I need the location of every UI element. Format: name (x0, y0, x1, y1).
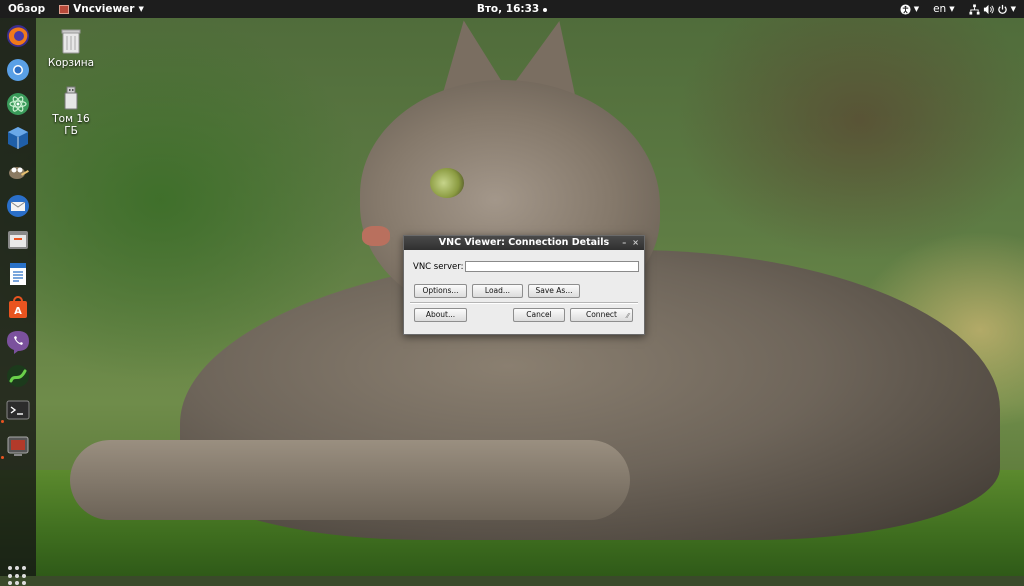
close-icon[interactable]: × (632, 236, 639, 250)
vnc-server-input[interactable] (465, 261, 640, 272)
server-row: VNC server: (413, 261, 640, 272)
activities-label: Обзор (8, 3, 46, 15)
save-as-button[interactable]: Save As... (528, 284, 580, 298)
vnc-connection-dialog: VNC Viewer: Connection Details – × VNC s… (403, 235, 645, 335)
app-menu-label: Vncviewer (73, 3, 135, 15)
firefox-icon (7, 25, 29, 47)
wallpaper-cat-leg (70, 440, 630, 520)
terminal-icon (6, 400, 30, 420)
chromium-icon (7, 59, 29, 81)
dock-thunderbird[interactable] (4, 192, 32, 220)
system-menu[interactable]: ▼ (969, 3, 1016, 15)
top-bar: Обзор Vncviewer ▼ Вто, 16:33 ▼ en ▼ ▼ (0, 0, 1024, 18)
gnome-snake-icon (7, 365, 29, 387)
app-menu-button[interactable]: Vncviewer ▼ (53, 0, 150, 18)
dock-writer[interactable] (4, 260, 32, 288)
running-indicator-icon (1, 456, 4, 459)
load-button[interactable]: Load... (472, 284, 523, 298)
writer-icon (10, 263, 26, 285)
desktop-icon-label: Том 16 ГБ (52, 113, 90, 137)
usb-drive-icon (64, 86, 78, 110)
dock-snake[interactable] (4, 362, 32, 390)
dialog-title: VNC Viewer: Connection Details (438, 237, 610, 248)
software-center-icon: A (9, 296, 27, 318)
svg-text:A: A (14, 306, 22, 317)
dock-atom[interactable] (4, 90, 32, 118)
virtualbox-icon (8, 127, 28, 149)
desktop-icon-usb-drive[interactable]: Том 16 ГБ (41, 86, 101, 137)
dock-viber[interactable] (4, 328, 32, 356)
notification-dot-icon (543, 8, 548, 12)
gimp-icon (9, 167, 29, 179)
dock-files[interactable] (4, 226, 32, 254)
server-label: VNC server: (413, 261, 464, 272)
accessibility-menu[interactable]: ▼ (900, 3, 920, 15)
running-indicator-icon (1, 420, 4, 423)
vnc-app-icon (59, 4, 70, 14)
clock-area: Вто, 16:33 (0, 0, 1024, 18)
window-controls: – × (622, 236, 639, 250)
language-label: en (933, 3, 947, 15)
dock-chromium[interactable] (4, 56, 32, 84)
language-menu[interactable]: en ▼ (933, 3, 955, 15)
chevron-down-icon: ▼ (913, 5, 920, 13)
options-button[interactable]: Options... (414, 284, 467, 298)
chevron-down-icon: ▼ (1010, 5, 1016, 13)
thunderbird-icon (7, 195, 29, 217)
dock-vnc-viewer[interactable] (4, 432, 32, 460)
show-applications-icon[interactable] (8, 566, 28, 586)
resize-grip-icon: ⁄⁄ (626, 312, 629, 320)
dock-software[interactable]: A (4, 294, 32, 322)
power-icon (997, 4, 1007, 14)
atom-icon (7, 93, 29, 115)
accessibility-icon (900, 3, 911, 15)
connect-button[interactable]: Connect ⁄⁄ (570, 308, 633, 322)
system-indicators: ▼ en ▼ ▼ (900, 0, 1016, 18)
desktop-icon-trash[interactable]: Корзина (41, 28, 101, 69)
dialog-titlebar[interactable]: VNC Viewer: Connection Details – × (404, 236, 644, 250)
connect-label: Connect (585, 310, 617, 319)
desktop-icon-label: Корзина (47, 57, 95, 69)
dock-firefox[interactable] (4, 22, 32, 50)
trash-icon (61, 29, 81, 54)
chevron-down-icon: ▼ (949, 5, 955, 13)
cancel-button[interactable]: Cancel (513, 308, 565, 322)
volume-icon (983, 4, 994, 14)
about-button[interactable]: About... (414, 308, 467, 322)
network-icon (969, 3, 980, 15)
vnc-viewer-icon (7, 436, 29, 456)
dock-gimp[interactable] (4, 158, 32, 186)
wallpaper-cat-eye (430, 168, 464, 198)
dock-terminal[interactable] (4, 396, 32, 424)
dock: A (0, 18, 36, 586)
chevron-down-icon: ▼ (138, 5, 144, 13)
minimize-icon[interactable]: – (622, 236, 626, 250)
dock-virtualbox[interactable] (4, 124, 32, 152)
clock-button[interactable]: Вто, 16:33 (476, 3, 548, 15)
viber-icon (7, 331, 29, 354)
dialog-separator (410, 302, 638, 304)
wallpaper-cat-nose (362, 226, 390, 246)
files-icon (8, 231, 28, 249)
clock-label: Вто, 16:33 (476, 3, 540, 15)
activities-button[interactable]: Обзор (0, 0, 53, 18)
